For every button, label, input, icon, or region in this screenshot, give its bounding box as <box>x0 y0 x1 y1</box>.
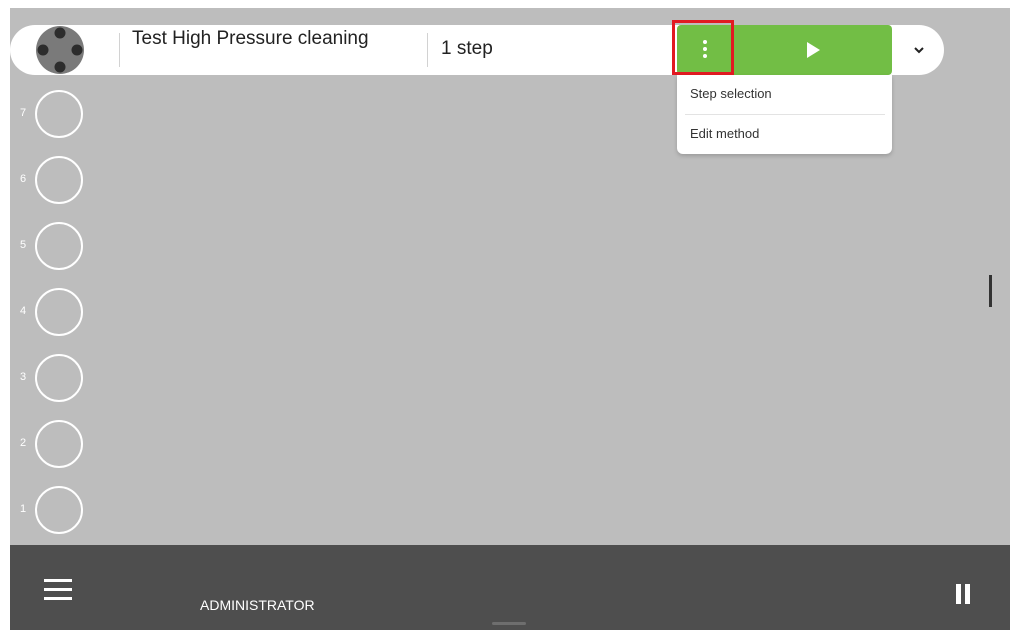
method-name: Test High Pressure cleaning <box>132 28 369 49</box>
slot-6[interactable]: 6 <box>10 156 90 208</box>
slot-number: 1 <box>19 503 27 515</box>
run-button-group <box>677 25 892 75</box>
drawer-handle[interactable] <box>492 622 526 625</box>
slot-number: 7 <box>19 107 27 119</box>
more-vertical-icon <box>702 40 708 60</box>
sample-holder-icon <box>36 26 84 74</box>
hamburger-menu-icon <box>44 579 74 600</box>
slot-number: 2 <box>19 437 27 449</box>
slot-1[interactable]: 1 <box>10 486 90 538</box>
empty-slot-circle <box>35 288 83 336</box>
slot-2[interactable]: 2 <box>10 420 90 472</box>
pause-button[interactable] <box>956 584 978 608</box>
empty-slot-circle <box>35 486 83 534</box>
user-role-label: ADMINISTRATOR <box>200 597 315 613</box>
method-step-count: 1 step <box>441 38 493 59</box>
slot-3[interactable]: 3 <box>10 354 90 406</box>
slot-number: 3 <box>19 371 27 383</box>
play-icon <box>807 42 820 58</box>
chevron-down-icon <box>914 47 924 54</box>
empty-slot-circle <box>35 156 83 204</box>
menu-item-step-selection[interactable]: Step selection <box>677 75 892 113</box>
column-divider <box>119 33 120 67</box>
more-options-button[interactable] <box>677 25 733 75</box>
menu-item-label: Edit method <box>690 126 760 141</box>
slot-4[interactable]: 4 <box>10 288 90 340</box>
bottom-bar: ADMINISTRATOR <box>10 545 1010 630</box>
expand-button[interactable] <box>907 38 931 62</box>
slot-number: 5 <box>19 239 27 251</box>
scroll-indicator[interactable] <box>989 275 992 307</box>
slot-number: 6 <box>19 173 27 185</box>
slot-8[interactable]: 8 <box>10 25 90 75</box>
menu-item-label: Step selection <box>690 86 772 101</box>
menu-item-edit-method[interactable]: Edit method <box>677 115 892 153</box>
main-menu-button[interactable] <box>44 579 74 603</box>
slot-panel: 8 Test High Pressure cleaning 1 step Ste… <box>10 8 1010 630</box>
empty-slot-circle <box>35 90 83 138</box>
context-menu: Step selection Edit method <box>677 75 892 154</box>
empty-slot-circle <box>35 420 83 468</box>
slot-7[interactable]: 7 <box>10 90 90 142</box>
column-divider <box>427 33 428 67</box>
empty-slot-circle <box>35 222 83 270</box>
slot-number: 4 <box>19 305 27 317</box>
start-button[interactable] <box>734 25 892 75</box>
method-row[interactable]: 8 Test High Pressure cleaning 1 step <box>10 25 944 75</box>
empty-slot-circle <box>35 354 83 402</box>
slot-5[interactable]: 5 <box>10 222 90 274</box>
slot-number: 8 <box>19 43 27 55</box>
pause-icon <box>956 584 974 608</box>
